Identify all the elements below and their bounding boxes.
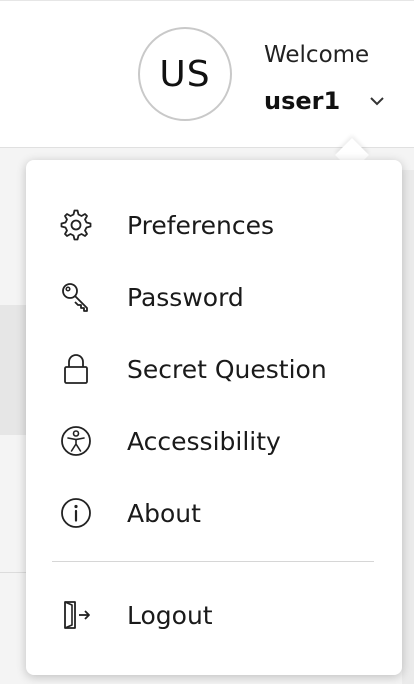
accessibility-icon (58, 423, 94, 459)
menu-item-label: Preferences (127, 210, 275, 240)
menu-item-label: Password (127, 282, 244, 312)
logout-icon (58, 597, 94, 633)
lock-icon (58, 351, 94, 387)
menu-item-preferences[interactable]: Preferences (26, 197, 402, 253)
menu-item-label: About (127, 498, 201, 528)
menu-item-logout[interactable]: Logout (26, 587, 402, 643)
avatar[interactable]: US (138, 27, 232, 121)
menu-item-label: Accessibility (127, 426, 281, 456)
menu-item-label: Logout (127, 600, 213, 630)
gear-icon (58, 207, 94, 243)
menu-item-password[interactable]: Password (26, 269, 402, 325)
user-dropdown-menu: Preferences Password Secret Question Acc… (26, 160, 402, 675)
menu-item-accessibility[interactable]: Accessibility (26, 413, 402, 469)
menu-divider (52, 561, 374, 562)
info-icon (58, 495, 94, 531)
menu-item-label: Secret Question (127, 354, 327, 384)
key-icon (58, 279, 94, 315)
menu-item-about[interactable]: About (26, 485, 402, 541)
username-label[interactable]: user1 (264, 87, 340, 115)
page: US Welcome user1 Preferences Password Se… (0, 0, 414, 684)
background-scrollbar (402, 170, 414, 684)
welcome-label: Welcome (264, 42, 370, 68)
background-panel (0, 305, 26, 435)
chevron-down-icon[interactable] (366, 90, 388, 112)
background-divider (0, 572, 26, 573)
menu-item-secret-question[interactable]: Secret Question (26, 341, 402, 397)
